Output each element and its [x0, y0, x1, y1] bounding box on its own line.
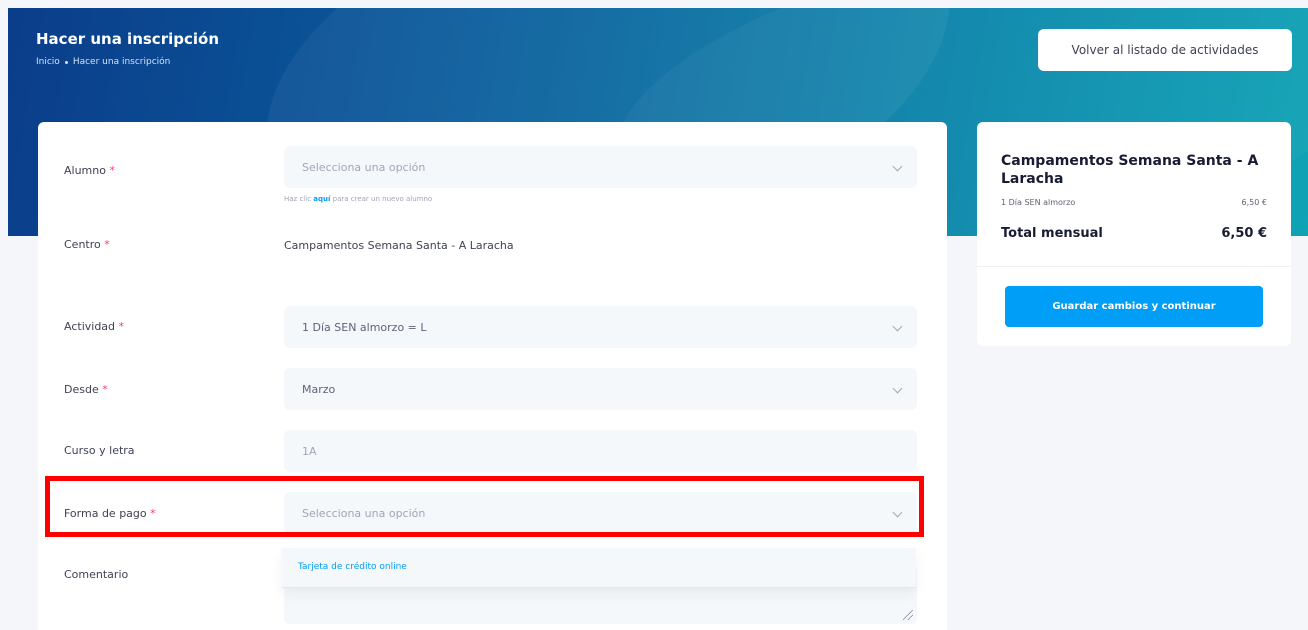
alumno-placeholder: Selecciona una opción — [302, 160, 426, 174]
line-item-price: 6,50 € — [1241, 198, 1267, 207]
resize-handle-icon[interactable] — [903, 610, 913, 620]
curso-input[interactable]: 1A — [284, 430, 917, 472]
create-student-link[interactable]: aquí — [313, 195, 330, 203]
total-label: Total mensual — [1001, 226, 1103, 241]
total-value: 6,50 € — [1221, 226, 1267, 241]
curso-label: Curso y letra — [64, 444, 135, 457]
breadcrumb-separator — [64, 60, 68, 64]
desde-select[interactable]: Marzo — [284, 368, 917, 410]
save-and-continue-button[interactable]: Guardar cambios y continuar — [1005, 286, 1263, 327]
actividad-value: 1 Día SEN almorzo = L — [302, 320, 427, 334]
breadcrumb-home[interactable]: Inicio — [36, 57, 60, 67]
create-student-hint: Haz clic aquí para crear un nuevo alumno — [284, 195, 433, 203]
desde-label: Desde * — [64, 383, 108, 396]
line-item-name: 1 Día SEN almorzo — [1001, 198, 1076, 207]
summary-card: Campamentos Semana Santa - A Laracha 1 D… — [977, 122, 1291, 346]
chevron-down-icon — [892, 161, 903, 172]
forma-pago-dropdown: Tarjeta de crédito online — [282, 548, 916, 588]
centro-value: Campamentos Semana Santa - A Laracha — [284, 239, 514, 252]
alumno-select[interactable]: Selecciona una opción — [284, 146, 917, 188]
breadcrumb-current: Hacer una inscripción — [72, 57, 171, 67]
summary-line-item: 1 Día SEN almorzo 6,50 € — [1001, 198, 1267, 207]
actividad-label: Actividad * — [64, 320, 125, 333]
highlight-box — [45, 476, 924, 537]
page-title: Hacer una inscripción — [36, 30, 219, 48]
chevron-down-icon — [892, 321, 903, 332]
summary-title: Campamentos Semana Santa - A Laracha — [1001, 153, 1259, 187]
alumno-label: Alumno * — [64, 164, 115, 177]
curso-value: 1A — [302, 444, 317, 458]
divider — [977, 266, 1291, 267]
dropdown-option-tarjeta[interactable]: Tarjeta de crédito online — [298, 562, 407, 572]
breadcrumb: Inicio Hacer una inscripción — [36, 57, 170, 67]
desde-value: Marzo — [302, 382, 336, 396]
actividad-select[interactable]: 1 Día SEN almorzo = L — [284, 306, 917, 348]
chevron-down-icon — [892, 383, 903, 394]
summary-total: Total mensual 6,50 € — [1001, 226, 1267, 241]
centro-label: Centro * — [64, 238, 110, 251]
comentario-label: Comentario — [64, 568, 129, 581]
back-to-activities-button[interactable]: Volver al listado de actividades — [1038, 29, 1292, 71]
